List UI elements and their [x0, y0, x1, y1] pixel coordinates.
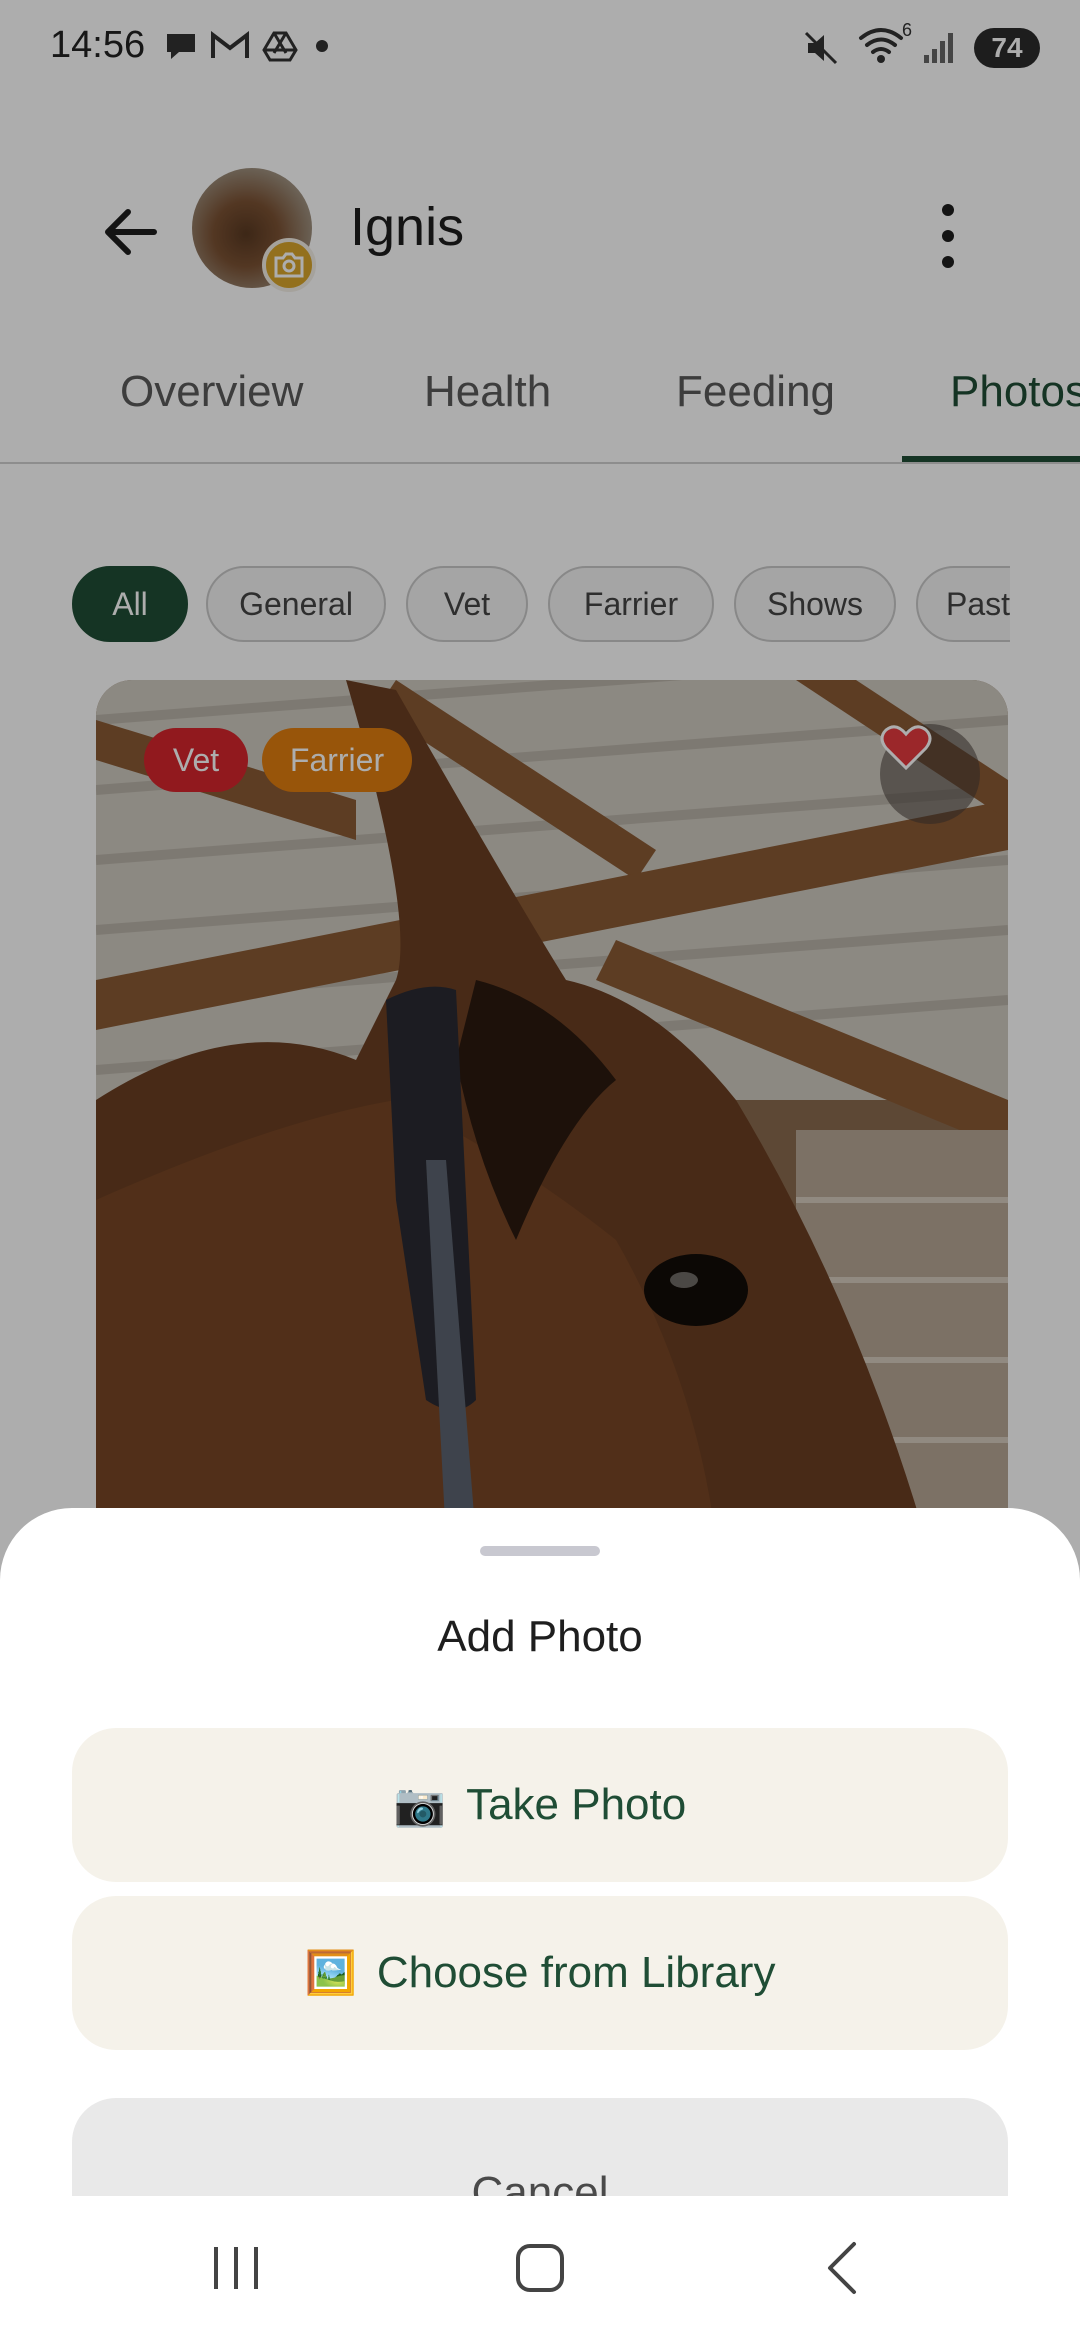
choose-from-library-button[interactable]: 🖼️ Choose from Library — [72, 1896, 1008, 2050]
picture-emoji-icon: 🖼️ — [304, 1948, 357, 1996]
home-icon — [516, 2244, 564, 2292]
choose-from-library-label: Choose from Library — [376, 1948, 776, 1997]
sheet-title: Add Photo — [437, 1612, 643, 1661]
camera-emoji-icon: 📷 — [393, 1780, 447, 1828]
system-back-button[interactable] — [772, 2196, 912, 2340]
take-photo-button[interactable]: 📷 Take Photo — [72, 1728, 1008, 1882]
system-nav-bar — [0, 2196, 1080, 2340]
recent-apps-icon — [214, 2247, 258, 2289]
drag-handle[interactable] — [480, 1546, 600, 1556]
screen: 14:56 6 74 Ignis Overview Health Feeding… — [0, 0, 1080, 2340]
home-button[interactable] — [470, 2196, 610, 2340]
chevron-left-icon — [828, 2242, 856, 2294]
recent-apps-button[interactable] — [166, 2196, 306, 2340]
take-photo-label: Take Photo — [466, 1780, 687, 1829]
